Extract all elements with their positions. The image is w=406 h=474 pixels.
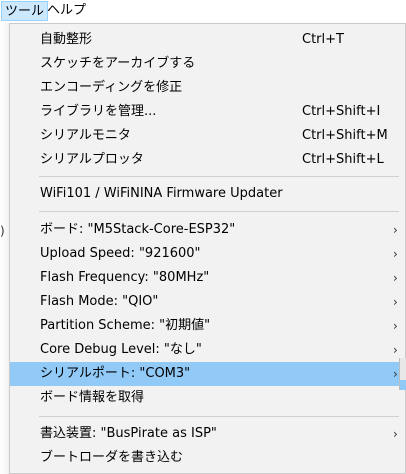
menu-item-fix-encoding[interactable]: エンコーディングを修正 (10, 76, 405, 100)
menu-item-shortcut: Ctrl+Shift+I (302, 104, 381, 119)
menu-item-wifi-firmware-updater[interactable]: WiFi101 / WiFiNINA Firmware Updater (10, 182, 405, 206)
editor-background (0, 22, 9, 474)
menu-item-board[interactable]: ボード: "M5Stack-Core-ESP32" › (10, 218, 405, 242)
editor-text-fragment: ) (0, 224, 5, 238)
chevron-right-icon: › (393, 295, 398, 309)
serial-port-submenu-edge[interactable] (399, 358, 406, 390)
menu-item-label: 書込装置: "BusPirate as ISP" (40, 426, 217, 441)
chevron-right-icon: › (393, 367, 398, 381)
menu-item-label: ブートローダを書き込む (40, 450, 184, 465)
menu-item-board-info[interactable]: ボード情報を取得 (10, 386, 405, 410)
menu-item-archive-sketch[interactable]: スケッチをアーカイブする (10, 52, 405, 76)
menu-item-burn-bootloader[interactable]: ブートローダを書き込む (10, 446, 405, 470)
tools-dropdown-menu: 自動整形 Ctrl+T スケッチをアーカイブする エンコーディングを修正 ライブ… (9, 23, 406, 474)
menu-item-label: 自動整形 (40, 32, 93, 47)
menu-bar: ツール ヘルプ (0, 0, 406, 22)
menu-help[interactable]: ヘルプ (44, 1, 89, 21)
menu-separator (39, 176, 399, 177)
menu-item-serial-monitor[interactable]: シリアルモニタ Ctrl+Shift+M (10, 124, 405, 148)
menu-item-label: Flash Mode: "QIO" (40, 294, 159, 309)
menu-separator (39, 211, 399, 212)
menu-item-label: シリアルモニタ (40, 128, 131, 143)
menu-item-label: スケッチをアーカイブする (40, 56, 196, 71)
menu-item-upload-speed[interactable]: Upload Speed: "921600" › (10, 242, 405, 266)
menu-item-manage-libraries[interactable]: ライブラリを管理... Ctrl+Shift+I (10, 100, 405, 124)
chevron-right-icon: › (393, 427, 398, 441)
menu-separator (39, 416, 399, 417)
menu-item-label: Flash Frequency: "80MHz" (40, 270, 210, 285)
menu-item-shortcut: Ctrl+Shift+M (302, 128, 388, 143)
menu-item-auto-format[interactable]: 自動整形 Ctrl+T (10, 28, 405, 52)
menu-item-flash-frequency[interactable]: Flash Frequency: "80MHz" › (10, 266, 405, 290)
menu-item-flash-mode[interactable]: Flash Mode: "QIO" › (10, 290, 405, 314)
menu-item-serial-port[interactable]: シリアルポート: "COM3" › (10, 362, 405, 386)
submenu-selected-item (400, 380, 406, 390)
chevron-right-icon: › (393, 271, 398, 285)
menu-item-label: Partition Scheme: "初期値" (40, 318, 211, 333)
menu-item-label: ライブラリを管理... (40, 104, 157, 119)
chevron-right-icon: › (393, 247, 398, 261)
chevron-right-icon: › (393, 223, 398, 237)
menu-item-label: エンコーディングを修正 (40, 80, 183, 95)
menu-item-label: シリアルポート: "COM3" (40, 366, 191, 381)
menu-item-label: Core Debug Level: "なし" (40, 342, 202, 357)
chevron-right-icon: › (393, 343, 398, 357)
menu-item-shortcut: Ctrl+T (302, 32, 344, 47)
menu-item-core-debug-level[interactable]: Core Debug Level: "なし" › (10, 338, 405, 362)
menu-item-programmer[interactable]: 書込装置: "BusPirate as ISP" › (10, 422, 405, 446)
chevron-right-icon: › (393, 319, 398, 333)
menu-item-label: ボード: "M5Stack-Core-ESP32" (40, 222, 236, 237)
menu-item-label: WiFi101 / WiFiNINA Firmware Updater (40, 186, 283, 201)
menu-item-label: シリアルプロッタ (40, 152, 144, 167)
menu-item-partition-scheme[interactable]: Partition Scheme: "初期値" › (10, 314, 405, 338)
menu-item-serial-plotter[interactable]: シリアルプロッタ Ctrl+Shift+L (10, 148, 405, 172)
menu-tools[interactable]: ツール (1, 1, 49, 21)
menu-item-label: ボード情報を取得 (40, 390, 145, 405)
menu-item-shortcut: Ctrl+Shift+L (302, 152, 384, 167)
menu-item-label: Upload Speed: "921600" (40, 246, 201, 261)
